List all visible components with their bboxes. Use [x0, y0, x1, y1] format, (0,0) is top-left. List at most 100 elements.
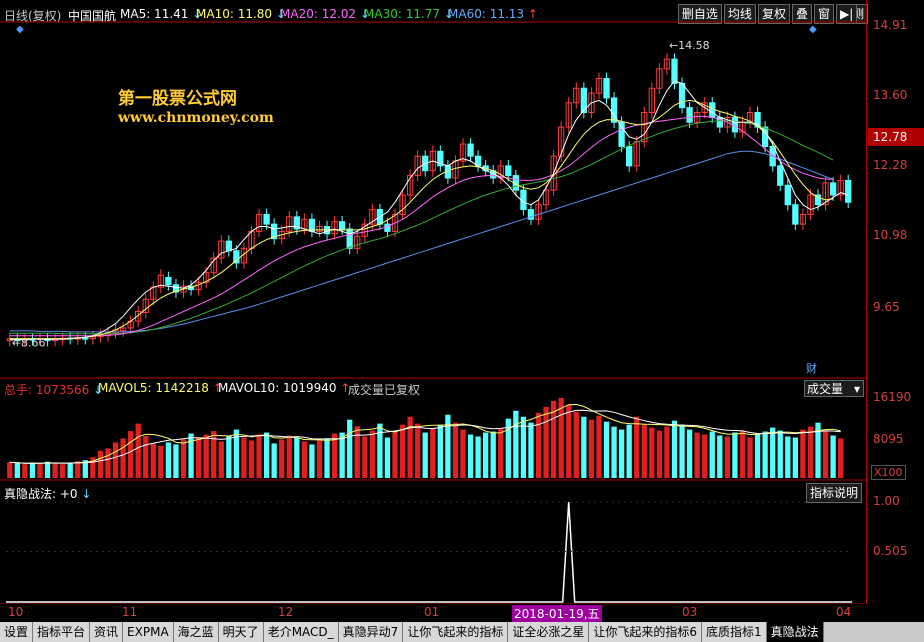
- indicator-tick-label: 1.00: [873, 494, 900, 508]
- volume-bar: [127, 431, 134, 478]
- candle: [671, 58, 678, 84]
- indicator-help-button[interactable]: 指标说明: [806, 483, 863, 503]
- volume-bar: [263, 432, 270, 478]
- tab-11[interactable]: 底质指标1: [701, 622, 767, 642]
- volume-layer: [7, 397, 844, 478]
- x-tick-label: 04: [836, 605, 852, 619]
- volume-bar: [271, 443, 277, 478]
- volume-bar: [301, 441, 308, 478]
- mavol10-label: MAVOL10: 1019940 ↑: [218, 381, 351, 395]
- y-tick-label: 12.28: [873, 158, 908, 172]
- candle: [784, 184, 791, 206]
- x-tick-label: 11: [122, 605, 138, 619]
- volume-bar: [581, 416, 587, 478]
- volume-bar: [407, 416, 413, 478]
- candle: [686, 107, 693, 123]
- volume-bar: [838, 438, 844, 478]
- volume-bar: [430, 428, 436, 478]
- price-scale: 14.91 13.60 12.78 12.28 10.98 9.65 16190…: [866, 0, 924, 604]
- volume-note: 成交量已复权: [348, 383, 421, 397]
- volume-bar: [203, 434, 209, 478]
- volume-bar: [807, 426, 814, 478]
- volume-bar: [67, 462, 73, 478]
- tab-2[interactable]: 资讯: [90, 622, 124, 642]
- volume-bar: [422, 432, 428, 478]
- tab-10[interactable]: 让你飞起来的指标6: [589, 622, 702, 642]
- candle: [346, 228, 353, 249]
- high-low-labels: ←14.58 ←8.66 财: [12, 39, 817, 375]
- candle: [777, 165, 784, 186]
- volume-bar: [626, 424, 632, 478]
- volume-bar: [732, 432, 738, 478]
- x-tick-label: 01: [424, 605, 440, 619]
- volume-bar: [226, 435, 232, 478]
- tab-4[interactable]: 海之蓝: [173, 622, 219, 642]
- volume-bar: [611, 426, 617, 478]
- selector-label: 成交量: [807, 382, 844, 396]
- ma30-line: [9, 120, 834, 335]
- candle: [51, 339, 59, 342]
- indicator-tabs: 设置 指标平台 资讯 EXPMA 海之蓝 明天了 老介MACD_ 真隐异动7 让你飞起来的指标证…: [0, 622, 924, 642]
- total-volume-label: 总手: 1073566 ↓: [4, 383, 104, 397]
- volume-bar: [498, 428, 504, 478]
- volume-bar: [475, 436, 481, 478]
- volume-bar: [747, 437, 753, 478]
- candle: [618, 121, 625, 147]
- volume-bar: [709, 431, 715, 478]
- volume-bar: [75, 461, 81, 478]
- candle: [626, 145, 633, 167]
- volume-unit: X100: [871, 465, 906, 480]
- tab-12[interactable]: 真隐战法: [766, 622, 824, 642]
- volume-bar: [702, 434, 708, 478]
- volume-bar: [777, 430, 783, 478]
- volume-bar: [377, 423, 383, 478]
- volume-bar: [754, 434, 761, 478]
- candle: [338, 221, 346, 230]
- volume-bar: [724, 436, 731, 478]
- x-tick-label: 03: [682, 605, 698, 619]
- y-tick-label: 10.98: [873, 228, 908, 242]
- candle: [709, 102, 716, 118]
- tab-6[interactable]: 老介MACD_: [263, 622, 339, 642]
- volume-legend: 总手: 1073566 ↓ MAVOL5: 1142218 ↑ MAVOL10:…: [0, 380, 866, 398]
- volume-bar: [180, 439, 187, 478]
- volume-bar: [294, 437, 300, 478]
- y-tick-label: 9.65: [873, 300, 900, 314]
- ma10-line: [9, 99, 834, 340]
- volume-bar: [112, 442, 119, 478]
- indicator-selector[interactable]: 成交量 ▾: [804, 380, 864, 397]
- high-price-label: ←14.58: [669, 39, 710, 52]
- volume-bar: [369, 430, 375, 478]
- volume-bar: [158, 445, 164, 478]
- volume-bar: [634, 416, 640, 478]
- volume-bar: [792, 437, 798, 478]
- volume-bar: [770, 427, 776, 478]
- tab-0[interactable]: 设置: [0, 622, 34, 642]
- volume-bar: [596, 415, 602, 478]
- volume-bar: [105, 448, 111, 478]
- volume-bar: [309, 444, 315, 478]
- volume-bar: [384, 437, 391, 478]
- volume-bar: [97, 450, 104, 478]
- volume-bar: [399, 424, 406, 478]
- tab-3[interactable]: EXPMA: [123, 622, 174, 642]
- volume-bar: [362, 436, 368, 478]
- volume-bar: [29, 462, 36, 478]
- tab-8[interactable]: 让你飞起来的指标: [403, 622, 509, 642]
- tab-5[interactable]: 明天了: [218, 622, 264, 642]
- x-tick-label: 10: [8, 605, 24, 619]
- candle: [263, 213, 270, 225]
- tab-7[interactable]: 真隐异动7: [338, 622, 404, 642]
- tab-1[interactable]: 指标平台: [33, 622, 91, 642]
- tab-9[interactable]: 证全必涨之星: [508, 622, 590, 642]
- volume-bar: [173, 444, 179, 478]
- finance-marker: 财: [806, 361, 817, 375]
- x-axis: 10 11 12 01 2018-01-19,五 03 04: [0, 604, 924, 622]
- volume-bar: [686, 429, 693, 478]
- stock-chart[interactable]: ←14.58 ←8.66 财: [0, 0, 866, 604]
- volume-bar: [286, 435, 292, 478]
- volume-bar: [800, 429, 806, 478]
- ma20-line: [9, 115, 834, 337]
- chevron-down-icon: ▾: [853, 382, 860, 396]
- volume-bar: [483, 432, 489, 478]
